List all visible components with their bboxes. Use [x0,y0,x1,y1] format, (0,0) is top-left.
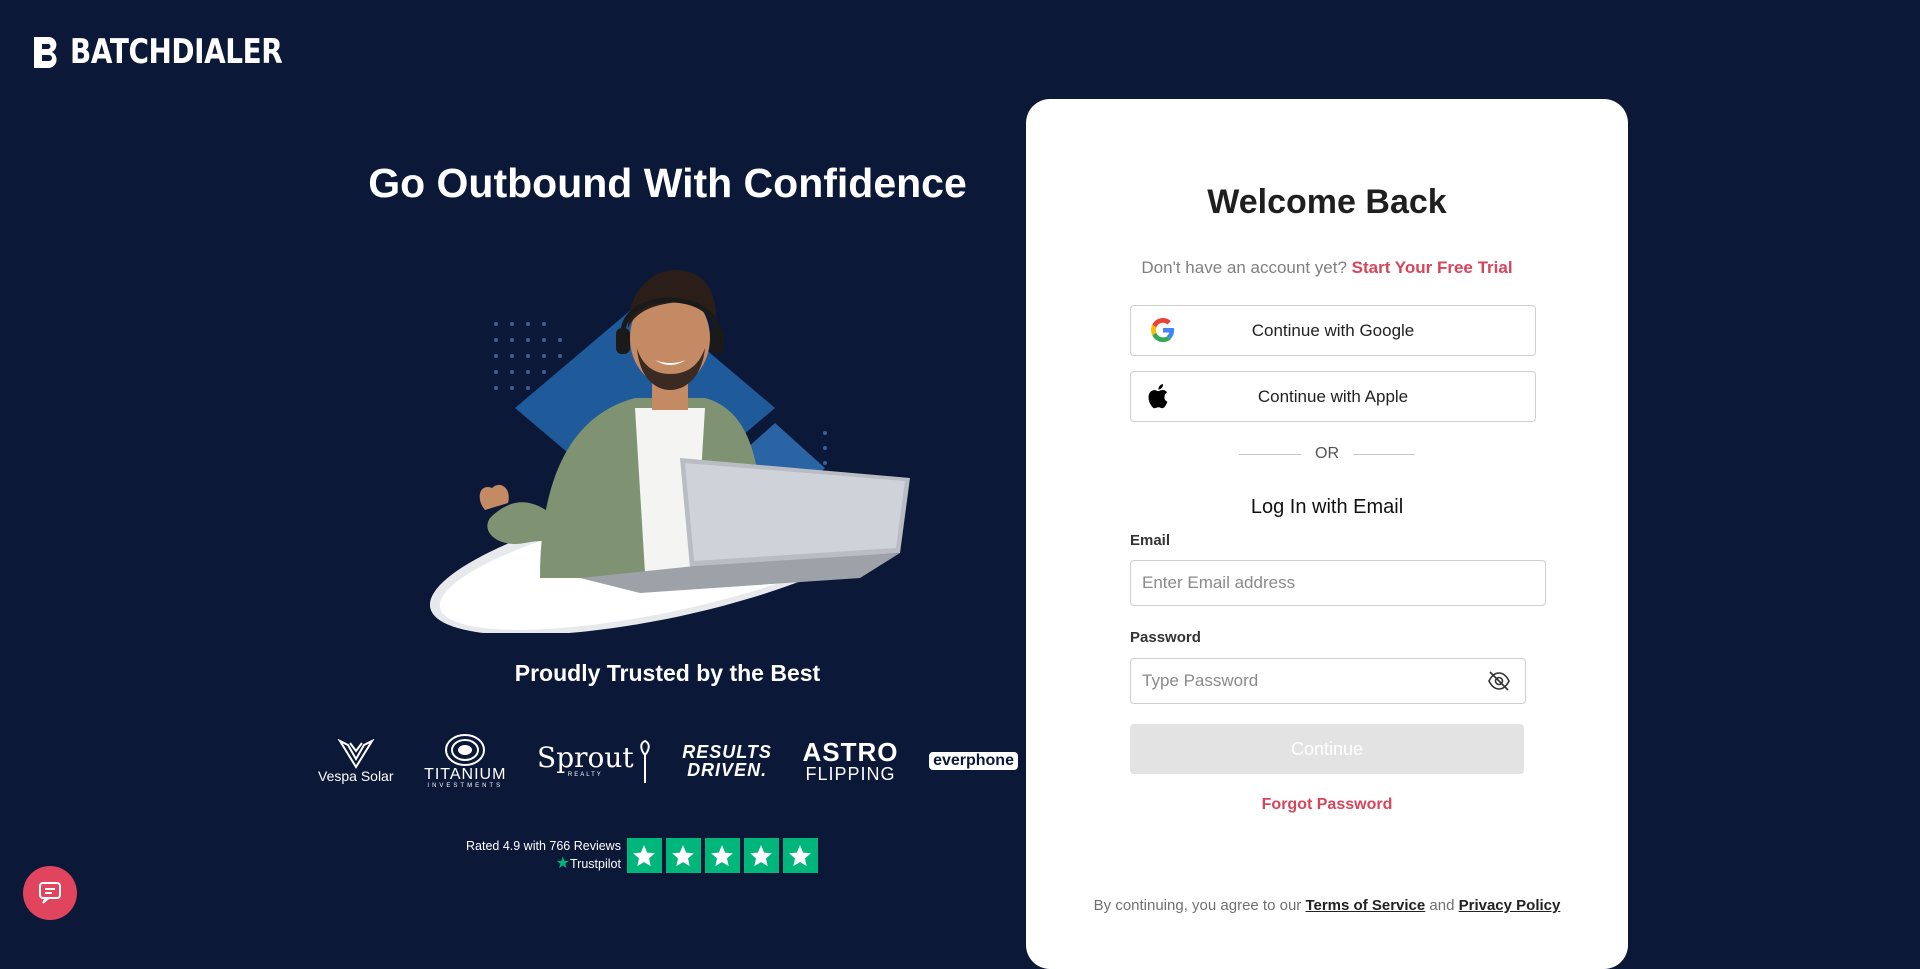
google-login-button[interactable]: Continue with Google [1130,305,1536,356]
brand-logo[interactable]: BATCHDIALER [32,32,329,72]
titanium-icon [445,734,486,766]
marketing-panel: Go Outbound With Confidence Proudly Trus… [300,0,1035,942]
results-text: RESULTS [682,742,772,762]
password-field-wrapper [1130,658,1526,704]
everphone-text: everphone [929,752,1018,770]
or-text: OR [1315,445,1339,462]
trustpilot-star-icon [665,838,701,873]
astro-text: ASTRO [802,737,899,767]
trustpilot-star-icon [626,838,662,873]
terms-of-service-link[interactable]: Terms of Service [1305,897,1425,914]
google-icon [1151,318,1175,342]
vespa-solar-logo: Vespa Solar [318,730,394,792]
privacy-policy-link[interactable]: Privacy Policy [1459,897,1561,914]
titanium-text: TITANIUM [424,766,507,783]
no-account-text: Don't have an account yet? [1141,258,1347,277]
rating-text: Rated 4.9 with 766 Reviews [466,839,621,853]
terms-notice: By continuing, you agree to our Terms of… [1026,897,1628,914]
flipping-text: FLIPPING [805,764,896,784]
password-label: Password [1130,629,1201,646]
forgot-password-link[interactable]: Forgot Password [1026,796,1628,814]
sprout-leaf-icon [639,739,650,783]
google-button-label: Continue with Google [1251,320,1415,340]
email-input[interactable] [1130,560,1546,606]
vespa-solar-icon [337,739,375,769]
brand-name: BATCHDIALER [70,32,283,72]
sprout-realty-logo: Sprout REALTY [537,730,652,792]
apple-button-label: Continue with Apple [1257,386,1409,406]
signup-prompt: Don't have an account yet? Start Your Fr… [1026,258,1628,278]
hero-headline: Go Outbound With Confidence [368,160,967,206]
terms-and: and [1429,897,1455,914]
trustpilot-rating[interactable]: Rated 4.9 with 766 Reviews ★Trustpilot [466,838,818,873]
trustpilot-text: Rated 4.9 with 766 Reviews ★Trustpilot [466,838,621,873]
partner-logos: Vespa Solar TITANIUM INVESTMENTS Sprout … [318,730,1018,792]
trustpilot-star-icon [782,838,818,873]
sprout-subtext: REALTY [567,772,603,778]
trustpilot-star-icon [704,838,740,873]
trustpilot-brand: ★Trustpilot [555,855,621,872]
astro-flipping-logo: ASTRO FLIPPING [802,730,898,792]
divider-line-left [1239,453,1301,455]
apple-login-button[interactable]: Continue with Apple [1130,371,1536,422]
trusted-title: Proudly Trusted by the Best [514,660,821,686]
chat-support-icon [39,882,61,904]
results-driven-logo: RESULTS DRIVEN. [682,730,772,792]
terms-prefix: By continuing, you agree to our [1093,897,1302,914]
trustpilot-stars [626,838,818,873]
titanium-subtext: INVESTMENTS [427,783,504,789]
email-label: Email [1130,532,1171,549]
continue-button[interactable]: Continue [1130,724,1524,774]
sprout-text: Sprout [537,741,634,774]
everphone-logo: everphone [929,730,1018,792]
free-trial-link[interactable]: Start Your Free Trial [1352,258,1513,277]
chat-support-button[interactable] [23,866,77,920]
driven-text: DRIVEN. [687,760,768,780]
password-input[interactable] [1130,658,1526,704]
titanium-logo: TITANIUM INVESTMENTS [424,730,506,792]
trustpilot-brand-label: Trustpilot [570,857,621,871]
batchdialer-logo-icon [34,37,57,68]
or-divider: OR [1026,445,1628,463]
email-section-title: Log In with Email [1250,496,1404,518]
divider-line-right [1353,453,1415,455]
login-card: Welcome Back Don't have an account yet? … [1026,99,1628,969]
hero-illustration [430,270,910,633]
trustpilot-star-icon [743,838,779,873]
login-title: Welcome Back [1207,183,1447,221]
vespa-solar-text: Vespa Solar [318,768,394,784]
apple-icon [1145,384,1169,409]
eye-off-icon[interactable] [1487,669,1511,693]
